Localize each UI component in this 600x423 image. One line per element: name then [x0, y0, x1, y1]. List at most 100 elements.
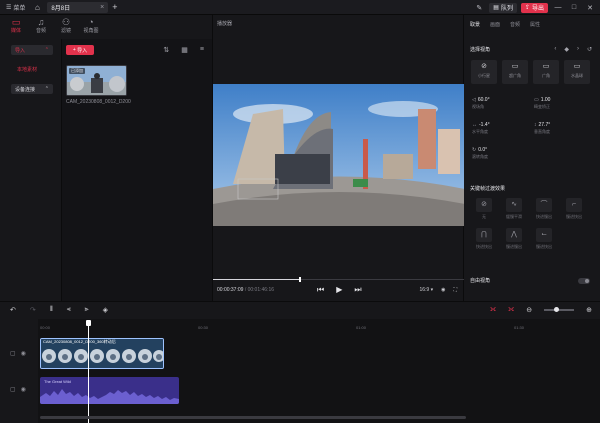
fast-fast-icon: ⋂ — [476, 228, 492, 242]
source-list: 导入 ⌃ 本地素材 设备连接 ⌃ — [0, 39, 62, 301]
maximize-icon[interactable]: □ — [568, 4, 580, 11]
aspect-ratio-select[interactable]: 16:9 ▾ — [419, 287, 433, 293]
nav-media[interactable]: ▭ 媒体 — [4, 17, 28, 34]
clip-name: CAM_20230808_0012_D200 — [66, 99, 131, 105]
keyframe-icon[interactable]: ◆ — [564, 46, 569, 53]
source-import[interactable]: 导入 ⌃ — [11, 45, 53, 55]
playhead[interactable] — [86, 320, 91, 423]
project-tab[interactable]: 8月8日 × — [47, 1, 109, 13]
timeline: 00:00 00:30 01:00 01:30 — [0, 319, 600, 423]
fullscreen-icon[interactable]: ⛶ — [453, 287, 457, 293]
reset-icon[interactable]: ↺ — [587, 46, 592, 53]
curve-fast-in-slow-out[interactable]: ⌒ 快进慢出 — [534, 198, 554, 222]
progress-fill — [213, 279, 300, 280]
filter-list-icon[interactable]: ≡ — [200, 46, 204, 54]
media-bin: + 导入 ⇅ ▦ ≡ 已添加 CAM_20230808_0012_D200 — [62, 39, 212, 301]
tab-attributes[interactable]: 属性 — [530, 21, 540, 28]
fov-crystal-ball[interactable]: ▭ 水晶球 — [564, 60, 590, 84]
video-preview[interactable] — [213, 84, 465, 226]
play-icon[interactable]: ▶ — [336, 285, 342, 295]
local-media-link[interactable]: 本地素材 — [17, 66, 37, 73]
tab-picture[interactable]: 画面 — [490, 21, 500, 28]
zoom-out-icon[interactable]: ⊖ — [526, 306, 532, 314]
track-header-column — [0, 319, 38, 423]
minimize-icon[interactable]: — — [552, 4, 564, 11]
chevron-left-icon[interactable]: ‹ — [554, 46, 556, 53]
audio-track-header: ▢ ◉ — [10, 386, 26, 393]
curve-slow-in-slow-out[interactable]: ⋀ 慢进慢出 — [504, 228, 524, 252]
menu-button[interactable]: ☰ 菜单 — [0, 3, 31, 12]
export-icon: ⇪ — [524, 5, 530, 11]
video-frame — [213, 84, 465, 226]
link-icon[interactable]: ⟗ — [508, 306, 514, 314]
close-tab-icon[interactable]: × — [100, 4, 104, 11]
grid-view-icon[interactable]: ▦ — [181, 46, 188, 54]
queue-icon: ▤ — [493, 5, 499, 11]
smooth-curve-icon: ∿ — [506, 198, 522, 212]
param-distortion[interactable]: ▭ 1.00 畸变矫正 — [534, 97, 550, 110]
trim-left-icon[interactable]: ⫷ — [67, 306, 71, 314]
timeline-scrollbar[interactable] — [40, 416, 466, 419]
curve-slow-fast[interactable]: ⌙ 慢进快出 — [534, 228, 554, 252]
track-lock-icon[interactable]: ▢ — [10, 386, 16, 393]
undo-icon[interactable]: ↶ — [10, 306, 16, 314]
split-icon[interactable]: ⫴ — [50, 306, 53, 314]
chevron-right-icon[interactable]: › — [577, 46, 579, 53]
video-track-header: ▢ ◉ — [10, 350, 26, 357]
fov-wide[interactable]: ▭ 广角 — [533, 60, 559, 84]
sort-icon[interactable]: ⇅ — [163, 46, 169, 54]
close-window-icon[interactable]: ✕ — [584, 4, 596, 12]
video-clip[interactable]: CAM_20230808_0012_D200_360转动后 — [40, 338, 164, 369]
pan-icon: ↔ — [472, 122, 477, 128]
param-pan[interactable]: ↔ -1.4° 水平角度 — [472, 122, 490, 135]
slow-fast-icon: ⌙ — [536, 228, 552, 242]
curve-slow-in-fast-out[interactable]: ⌐ 慢进快出 — [564, 198, 584, 222]
properties-panel: 取景 画面 音频 属性 选择视角 ‹ ◆ › ↺ ⊘ 小行星 ▭ 超广角 ▭ 广… — [464, 15, 600, 301]
progress-bar[interactable] — [213, 277, 465, 282]
chevron-up-icon: ⌃ — [44, 86, 49, 92]
device-connect[interactable]: 设备连接 ⌃ — [11, 84, 53, 94]
media-thumbnail[interactable]: 已添加 — [66, 65, 127, 96]
track-lock-icon[interactable]: ▢ — [10, 350, 16, 357]
added-badge: 已添加 — [69, 68, 85, 74]
tab-framing[interactable]: 取景 — [470, 21, 480, 28]
fov-ultrawide[interactable]: ▭ 超广角 — [502, 60, 528, 84]
curve-smooth[interactable]: ∿ 缓慢平滑 — [504, 198, 524, 222]
visibility-icon[interactable]: ◉ — [21, 350, 26, 357]
fov-tiny-planet[interactable]: ⊘ 小行星 — [471, 60, 497, 84]
audio-clip[interactable]: The Great Wild — [40, 377, 179, 404]
previous-icon[interactable]: ⏮ — [317, 285, 324, 295]
queue-button[interactable]: ▤ 队列 — [489, 2, 517, 13]
curve-fast-in-fast-out[interactable]: ⋂ 快进快出 — [474, 228, 494, 252]
free-view-toggle[interactable] — [578, 278, 590, 284]
nav-view[interactable]: ◔ 视角图 — [79, 17, 103, 34]
view-section-title: 选择视角 — [470, 47, 491, 53]
magnet-icon[interactable]: ⟗ — [490, 306, 496, 314]
total-time: 00:01:46:16 — [247, 287, 275, 293]
nav-audio[interactable]: ♫ 音频 — [29, 17, 53, 34]
curve-none[interactable]: ⊘ 无 — [474, 198, 494, 222]
param-roll[interactable]: ↻ 0.0° 滚转角度 — [472, 147, 488, 160]
player-title: 播放器 — [217, 21, 233, 27]
nav-filter[interactable]: ⚇ 滤镜 — [54, 17, 78, 34]
export-button[interactable]: ⇪ 导出 — [520, 2, 548, 13]
home-icon[interactable]: ⌂ — [31, 3, 43, 12]
trim-right-icon[interactable]: ⫸ — [85, 306, 89, 314]
keyframe-section-title: 关键帧过渡效果 — [470, 186, 506, 192]
edit-icon[interactable]: ✎ — [473, 4, 485, 12]
progress-knob[interactable] — [298, 277, 301, 282]
menu-label: 菜单 — [13, 5, 26, 12]
import-button[interactable]: + 导入 — [66, 45, 94, 55]
zoom-in-icon[interactable]: ⊕ — [586, 306, 592, 314]
snapshot-icon[interactable]: ◉ — [441, 287, 445, 293]
new-tab-icon[interactable]: + — [112, 2, 117, 12]
next-icon[interactable]: ⏭ — [354, 285, 361, 295]
tab-audio[interactable]: 音频 — [510, 21, 520, 28]
redo-icon[interactable]: ↷ — [30, 306, 36, 314]
audio-visibility-icon[interactable]: ◉ — [21, 386, 26, 393]
param-fov[interactable]: ◁ 60.0° 视场角 — [472, 97, 490, 110]
param-tilt[interactable]: ↕ 27.7° 垂直角度 — [534, 122, 550, 135]
time-ruler[interactable]: 00:00 00:30 01:00 01:30 — [38, 323, 600, 333]
add-keyframe-icon[interactable]: ◈ — [103, 306, 108, 314]
zoom-slider[interactable] — [544, 307, 575, 312]
